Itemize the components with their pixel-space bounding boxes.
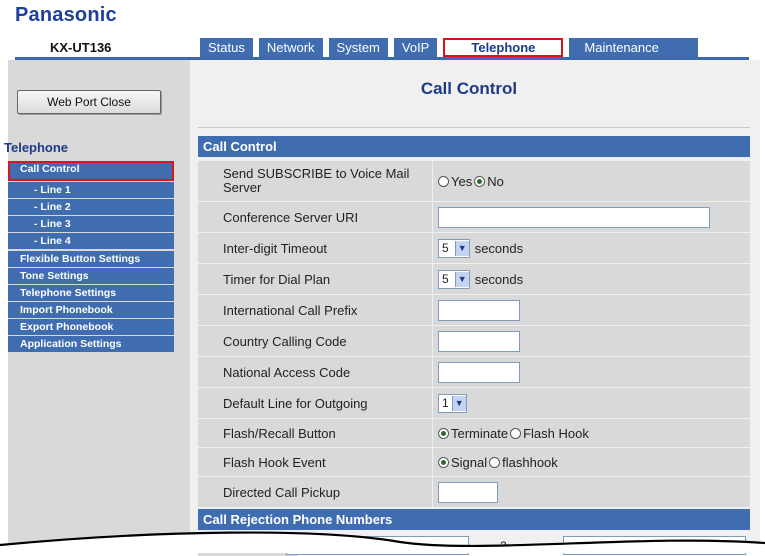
inter-digit-timeout-value: 5 ▼ seconds	[433, 233, 750, 264]
main-content: Call Control Call Control Send SUBSCRIBE…	[190, 60, 760, 556]
section-header-call-rejection: Call Rejection Phone Numbers	[198, 509, 750, 530]
row-default-line: Default Line for Outgoing 1 ▼	[198, 388, 750, 419]
tab-voip[interactable]: VoIP	[393, 38, 438, 57]
international-call-prefix-label: International Call Prefix	[198, 295, 433, 326]
flash-hook-event-value: Signal flashhook	[433, 448, 750, 477]
section-header-call-control: Call Control	[198, 136, 750, 157]
radio-selected-icon	[438, 427, 449, 439]
country-calling-code-label: Country Calling Code	[198, 326, 433, 357]
radio-circle-icon	[489, 456, 501, 468]
sidebar-item-line-4[interactable]: - Line 4	[8, 233, 174, 249]
tab-maintenance[interactable]: Maintenance	[569, 38, 699, 57]
sidebar: Web Port Close Telephone Call Control - …	[4, 60, 190, 553]
dial-plan-timer-value: 5 ▼ seconds	[433, 264, 750, 295]
international-call-prefix-value	[433, 295, 750, 326]
sidebar-item-line-1[interactable]: - Line 1	[8, 182, 174, 198]
subscribe-no-radio[interactable]: No	[474, 174, 504, 189]
row-send-subscribe: Send SUBSCRIBE to Voice Mail Server Yes …	[198, 161, 750, 202]
radio-selected-icon	[438, 456, 449, 468]
sidebar-item-import-phonebook[interactable]: Import Phonebook	[8, 302, 174, 318]
row-conference-uri: Conference Server URI	[198, 202, 750, 233]
send-subscribe-value: Yes No	[433, 161, 750, 202]
flash-recall-button-label: Flash/Recall Button	[198, 419, 433, 448]
dial-plan-timer-selected: 5	[442, 272, 449, 286]
flash-event-signal-radio[interactable]: Signal	[438, 455, 487, 470]
country-calling-code-input[interactable]	[438, 330, 520, 352]
subscribe-yes-label: Yes	[451, 173, 473, 189]
default-line-select[interactable]: 1 ▼	[438, 393, 467, 413]
row-dial-plan-timer: Timer for Dial Plan 5 ▼ seconds	[198, 264, 750, 295]
row-inter-digit-timeout: Inter-digit Timeout 5 ▼ seconds	[198, 233, 750, 264]
dial-plan-timer-label: Timer for Dial Plan	[198, 264, 433, 295]
flash-event-flashhook-label: flashhook	[502, 454, 558, 470]
row-flash-hook-event: Flash Hook Event Signal flashhook	[198, 448, 750, 477]
subscribe-no-label: No	[487, 173, 504, 189]
country-calling-code-value	[433, 326, 750, 357]
dial-plan-timer-select[interactable]: 5 ▼	[438, 269, 470, 289]
tab-telephone[interactable]: Telephone	[443, 38, 564, 57]
page-title: Call Control	[420, 79, 518, 98]
directed-call-pickup-label: Directed Call Pickup	[198, 477, 433, 508]
web-port-close-button[interactable]: Web Port Close	[17, 90, 161, 114]
directed-call-pickup-input[interactable]	[438, 481, 498, 503]
radio-circle-icon	[438, 175, 449, 187]
chevron-down-icon: ▼	[451, 395, 466, 411]
tab-status[interactable]: Status	[200, 38, 253, 57]
top-nav-tabs: Status Network System VoIP Telephone Mai…	[200, 38, 704, 57]
chevron-down-icon: ▼	[454, 271, 469, 287]
default-line-value: 1 ▼	[433, 388, 750, 419]
brand-logo: Panasonic	[15, 4, 117, 26]
title-divider	[198, 127, 750, 128]
flash-recall-button-value: Terminate Flash Hook	[433, 419, 750, 448]
sidebar-item-telephone-settings[interactable]: Telephone Settings	[8, 285, 174, 301]
sidebar-item-line-2[interactable]: - Line 2	[8, 199, 174, 215]
default-line-label: Default Line for Outgoing	[198, 388, 433, 419]
call-control-form: Send SUBSCRIBE to Voice Mail Server Yes …	[198, 161, 750, 508]
flash-recall-terminate-radio[interactable]: Terminate	[438, 426, 508, 441]
sidebar-heading: Telephone	[4, 140, 69, 155]
dial-plan-timer-unit: seconds	[474, 271, 524, 287]
radio-circle-icon	[510, 427, 522, 439]
row-directed-call-pickup: Directed Call Pickup	[198, 477, 750, 508]
row-country-calling-code: Country Calling Code	[198, 326, 750, 357]
sidebar-item-tone-settings[interactable]: Tone Settings	[8, 268, 174, 284]
sidebar-item-call-control[interactable]: Call Control	[8, 161, 174, 181]
flash-recall-flash-hook-radio[interactable]: Flash Hook	[510, 426, 589, 441]
send-subscribe-label: Send SUBSCRIBE to Voice Mail Server	[198, 161, 433, 202]
flash-hook-event-label: Flash Hook Event	[198, 448, 433, 477]
inter-digit-timeout-select[interactable]: 5 ▼	[438, 238, 470, 258]
flash-recall-flash-hook-label: Flash Hook	[523, 425, 589, 441]
sidebar-item-line-3[interactable]: - Line 3	[8, 216, 174, 232]
model-name: KX-UT136	[50, 40, 112, 55]
flash-event-flashhook-radio[interactable]: flashhook	[489, 455, 558, 470]
conference-uri-value	[433, 202, 750, 233]
inter-digit-timeout-selected: 5	[442, 241, 449, 255]
inter-digit-timeout-label: Inter-digit Timeout	[198, 233, 433, 264]
row-flash-recall-button: Flash/Recall Button Terminate Flash Hook	[198, 419, 750, 448]
directed-call-pickup-value	[433, 477, 750, 508]
conference-uri-input[interactable]	[438, 206, 710, 228]
inter-digit-timeout-unit: seconds	[474, 240, 524, 256]
tab-system[interactable]: System	[328, 38, 388, 57]
default-line-selected: 1	[442, 396, 449, 410]
conference-uri-label: Conference Server URI	[198, 202, 433, 233]
row-national-access-code: National Access Code	[198, 357, 750, 388]
radio-selected-icon	[474, 175, 486, 187]
row-international-call-prefix: International Call Prefix	[198, 295, 750, 326]
national-access-code-input[interactable]	[438, 361, 520, 383]
sidebar-item-application-settings[interactable]: Application Settings	[8, 336, 174, 352]
flash-recall-terminate-label: Terminate	[451, 425, 509, 441]
flash-event-signal-label: Signal	[451, 454, 488, 470]
national-access-code-value	[433, 357, 750, 388]
national-access-code-label: National Access Code	[198, 357, 433, 388]
tab-network[interactable]: Network	[258, 38, 323, 57]
torn-edge	[0, 531, 765, 553]
subscribe-yes-radio[interactable]: Yes	[438, 174, 472, 189]
sidebar-item-export-phonebook[interactable]: Export Phonebook	[8, 319, 174, 335]
international-call-prefix-input[interactable]	[438, 299, 520, 321]
sidebar-menu: Call Control - Line 1 - Line 2 - Line 3 …	[8, 161, 174, 353]
chevron-down-icon: ▼	[454, 240, 469, 256]
sidebar-item-flexible-button-settings[interactable]: Flexible Button Settings	[8, 251, 174, 267]
